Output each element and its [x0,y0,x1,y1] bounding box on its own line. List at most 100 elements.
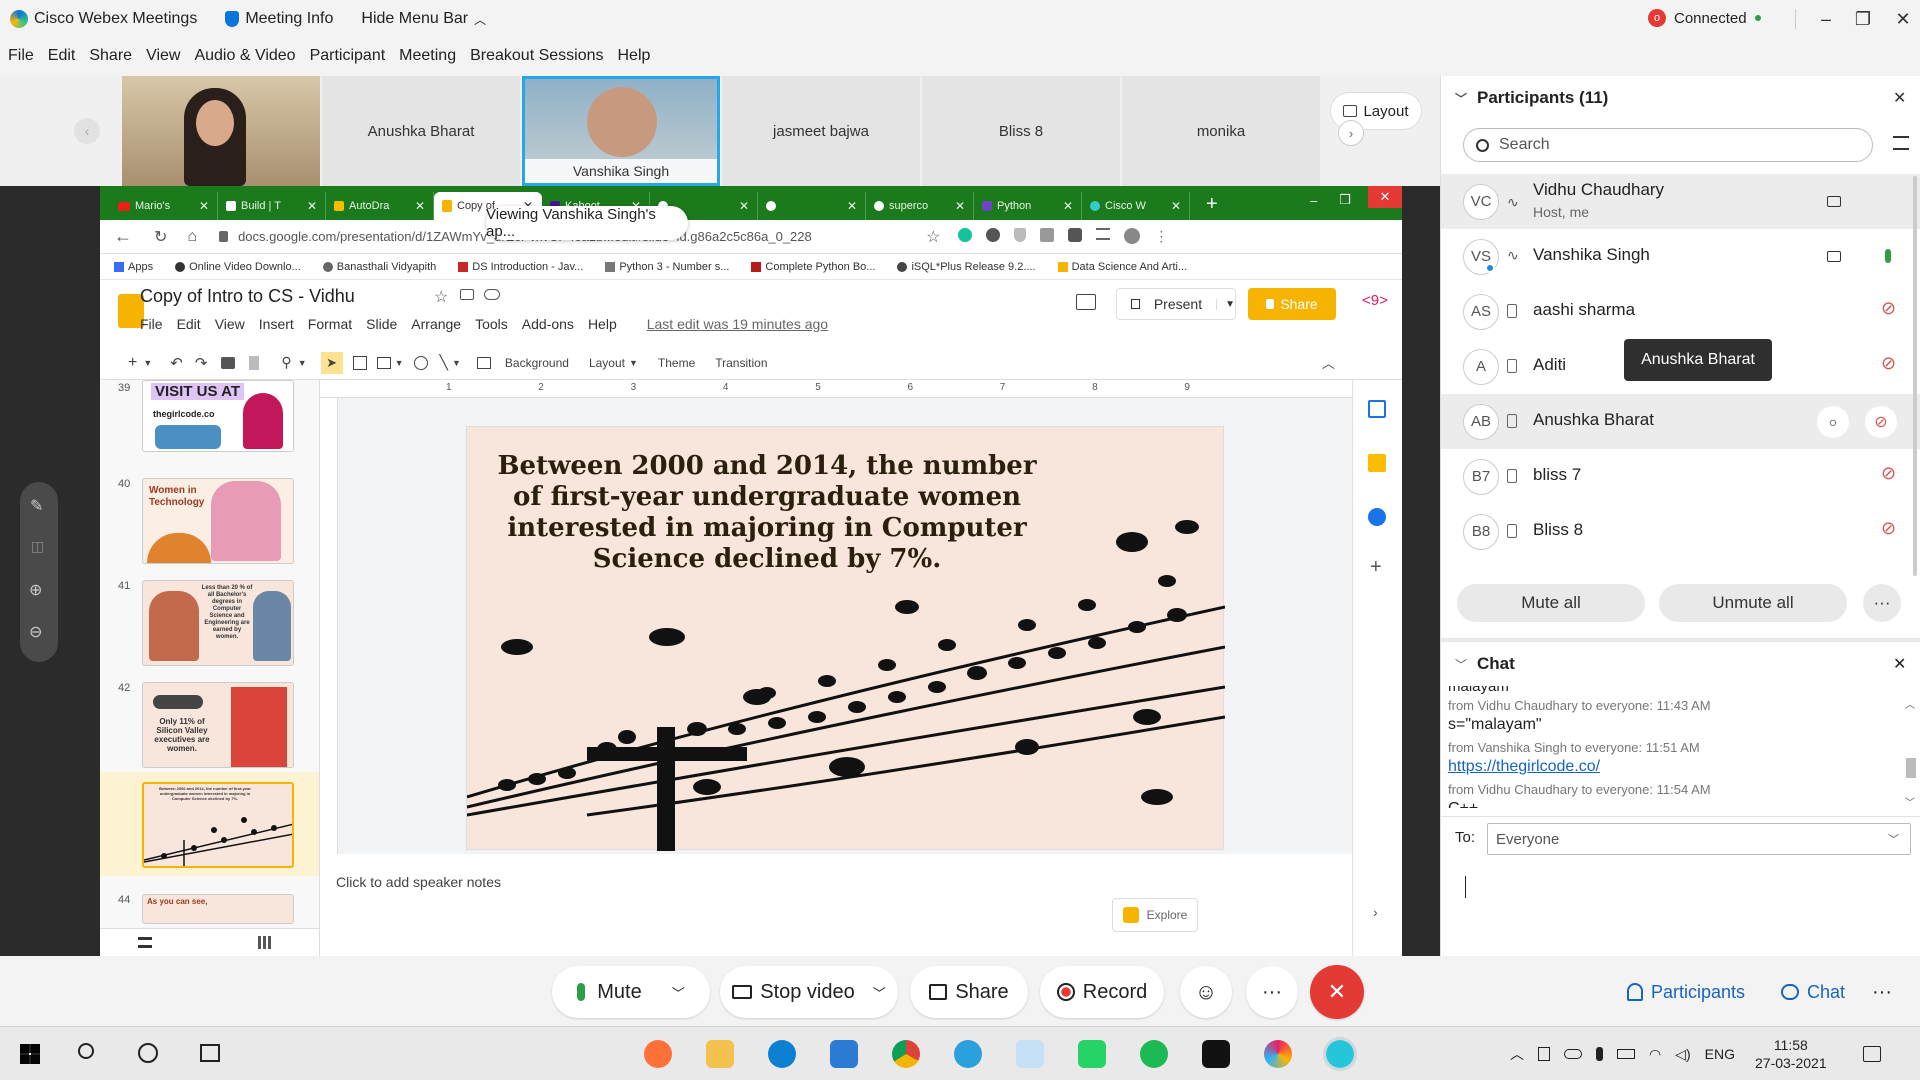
reload-icon[interactable]: ↻ [154,227,167,247]
video-tile-monika[interactable]: monika [1122,76,1320,186]
reactions-button[interactable]: ☺ [1180,966,1232,1018]
slides-menu-tools[interactable]: Tools [475,316,508,332]
windows-start-icon[interactable] [20,1044,40,1064]
search-taskbar-icon[interactable] [78,1043,94,1059]
slide-thumb-40[interactable]: Women in Technology [142,478,294,564]
calendar-icon[interactable] [1368,400,1386,418]
document-title[interactable]: Copy of Intro to CS - Vidhu [140,286,355,307]
wifi-icon[interactable]: ◠ [1649,1046,1661,1063]
add-addon-icon[interactable]: + [1370,556,1382,579]
menu-view[interactable]: View [146,47,180,65]
comments-icon[interactable] [1076,294,1096,310]
slide-thumb-44[interactable]: As you can see, [142,894,294,924]
more-participant-options-button[interactable]: ··· [1863,584,1901,622]
video-dropdown-icon[interactable]: ﹀ [873,983,886,1002]
close-tab-icon[interactable]: ✕ [1063,199,1073,213]
present-dropdown-icon[interactable]: ▼ [1216,298,1235,310]
video-tile-bliss8[interactable]: Bliss 8 [922,76,1120,186]
line-tool-icon[interactable]: ╲ [440,354,448,371]
browser-close-icon[interactable]: ✕ [1368,186,1402,208]
layout-dropdown-icon[interactable]: ▼ [629,358,638,368]
meeting-info-button[interactable]: Meeting Info [225,10,333,28]
slide-thumb-43-selected[interactable]: Between 2000 and 2014, the number of fir… [142,782,294,868]
chat-bubble-button[interactable]: ○ [1817,406,1849,438]
recipient-select[interactable]: Everyone ﹀ [1487,823,1911,855]
tray-expand-icon[interactable]: ︿ [1510,1044,1524,1064]
zoom-in-icon[interactable]: ⊕ [29,580,42,600]
mute-all-button[interactable]: Mute all [1457,584,1645,622]
transition-button[interactable]: Transition [715,356,767,370]
participant-row-hover[interactable]: AB Anushka Bharat ○ ⊘ [1441,394,1920,449]
expand-panel-icon[interactable]: › [1373,904,1378,920]
close-window-button[interactable]: ✕ [1880,0,1920,38]
grammarly-icon[interactable] [958,228,973,242]
whatsapp-icon[interactable] [1078,1040,1106,1068]
annotate-eraser-icon[interactable]: ◫ [31,538,44,555]
clock[interactable]: 11:58 27-03-2021 [1755,1036,1827,1072]
browser-tab[interactable]: Mario's ✕ [110,192,218,220]
bookmark-item[interactable]: Online Video Downlo... [175,261,301,273]
menu-breakout-sessions[interactable]: Breakout Sessions [470,47,603,65]
browser-tab[interactable]: AutoDra ✕ [326,192,434,220]
theme-button[interactable]: Theme [658,356,695,370]
select-tool-icon[interactable]: ➤ [320,351,343,374]
keep-icon[interactable] [1368,454,1386,472]
bookmark-item[interactable]: iSQL*Plus Release 9.2.... [897,261,1036,273]
menu-help[interactable]: Help [618,47,651,65]
comment-tool-icon[interactable] [476,356,491,369]
vscode-icon[interactable] [830,1040,858,1068]
print-icon[interactable] [221,356,236,369]
task-view-icon[interactable] [200,1044,220,1062]
close-tab-icon[interactable]: ✕ [955,199,965,213]
muted-mic-button[interactable]: ⊘ [1865,406,1897,438]
layout-menu-button[interactable]: Layout [589,356,625,370]
speaker-notes-input[interactable]: Click to add speaker notes [336,874,501,890]
slide-thumb-42[interactable]: Only 11% of Silicon Valley executives ar… [142,682,294,768]
unmute-all-button[interactable]: Unmute all [1659,584,1847,622]
bookmark-star-icon[interactable]: ☆ [926,227,940,247]
pycharm-icon[interactable] [1202,1040,1230,1068]
collapse-participants-icon[interactable]: ﹀ [1455,90,1467,107]
hide-menu-bar-button[interactable]: Hide Menu Bar ︿ [361,10,486,28]
battery-icon[interactable] [1617,1049,1635,1059]
star-icon[interactable]: ☆ [434,287,448,307]
menu-share[interactable]: Share [89,47,132,65]
slides-menu-arrange[interactable]: Arrange [411,316,461,332]
list-view-icon[interactable] [138,937,152,948]
chat-panel-button[interactable]: Chat [1766,966,1860,1018]
close-tab-icon[interactable]: ✕ [307,199,317,213]
strip-next-button[interactable]: › [1338,120,1364,146]
close-tab-icon[interactable]: ✕ [1171,199,1181,213]
tasks-icon[interactable] [1368,508,1386,526]
record-button[interactable]: Record [1040,966,1164,1018]
scroll-up-icon[interactable]: ︿ [1905,696,1915,711]
slide-thumb-41[interactable]: Less than 20 % of all Bachelor's degrees… [142,580,294,666]
annotate-pen-icon[interactable]: ✎ [30,496,43,516]
participants-scrollbar[interactable] [1913,176,1917,576]
collapse-toolbar-icon[interactable]: ︿ [1322,353,1335,372]
slides-menu-slide[interactable]: Slide [366,316,397,332]
bookmark-item[interactable]: Python 3 - Number s... [605,261,729,273]
new-tab-icon[interactable]: + [1206,193,1218,216]
chat-input[interactable] [1441,860,1920,956]
end-meeting-button[interactable]: ✕ [1310,965,1364,1019]
edge-icon[interactable] [768,1040,796,1068]
file-explorer-icon[interactable] [706,1040,734,1068]
slides-menu-addons[interactable]: Add-ons [522,316,574,332]
menu-participant[interactable]: Participant [310,47,386,65]
profile-icon[interactable] [1124,228,1141,244]
chat-link[interactable]: https://thegirlcode.co/ [1448,758,1898,780]
explore-button[interactable]: Explore [1112,898,1198,932]
snip-tool-icon[interactable] [1016,1040,1044,1068]
cortana-icon[interactable] [138,1043,158,1063]
new-slide-icon[interactable]: + [128,354,137,372]
slides-menu-edit[interactable]: Edit [177,316,201,332]
new-slide-dropdown-icon[interactable]: ▼ [143,358,152,368]
menu-file[interactable]: File [8,47,34,65]
bookmark-item[interactable]: DS Introduction - Jav... [458,261,583,273]
participant-row[interactable]: B7 bliss 7 ⊘ [1441,449,1920,504]
firefox-icon[interactable] [644,1040,672,1068]
stop-video-button[interactable]: Stop video ﹀ [720,966,898,1018]
bookmark-item[interactable]: Data Science And Arti... [1057,261,1187,273]
panel-more-button[interactable]: ··· [1862,966,1902,1018]
